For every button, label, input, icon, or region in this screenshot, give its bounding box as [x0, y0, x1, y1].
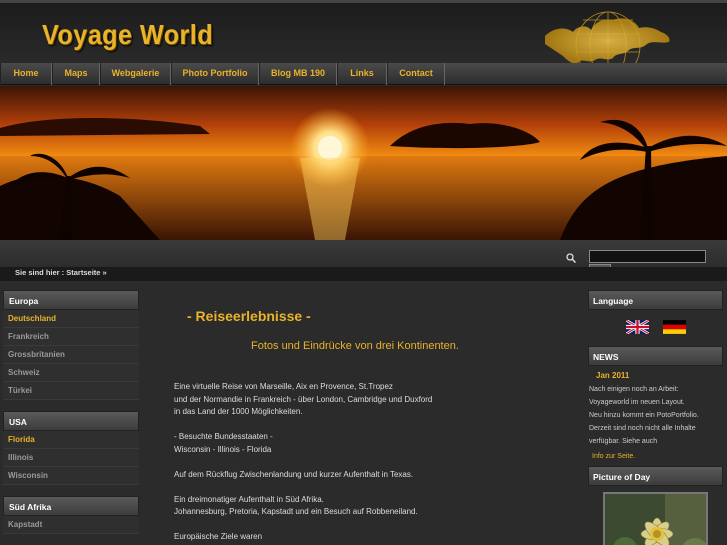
sunset-banner-image	[0, 86, 727, 240]
flower-photo[interactable]	[603, 492, 708, 545]
nav-photo-portfolio[interactable]: Photo Portfolio	[171, 63, 259, 85]
sidebar-item-wisconsin[interactable]: Wisconsin	[3, 467, 139, 485]
sidebar-heading-sued-afrika: Süd Afrika	[3, 496, 139, 516]
sidebar-item-kapstadt[interactable]: Kapstadt	[3, 516, 139, 534]
search-icon[interactable]	[566, 253, 576, 263]
text-line: Ein dreimonatiger Aufenthalt in Süd Afri…	[174, 494, 324, 504]
site-logo[interactable]: Voyage World	[42, 19, 213, 51]
nav-blog[interactable]: Blog MB 190	[259, 63, 337, 85]
news-line: verfügbar. Siehe auch	[589, 438, 658, 445]
sidebar-heading-europa: Europa	[3, 290, 139, 310]
uk-flag-icon[interactable]	[626, 320, 649, 334]
news-date: Jan 2011	[596, 371, 630, 380]
intro-text: Eine virtuelle Reise von Marseille, Aix …	[174, 381, 574, 544]
language-heading: Language	[588, 290, 723, 310]
breadcrumb: Sie sind hier : Startseite »	[0, 267, 727, 281]
main-content: - Reiseerlebnisse - Fotos und Eindrücke …	[140, 290, 586, 545]
language-flags	[588, 310, 723, 346]
page-subtitle: Fotos und Eindrücke von drei Kontinenten…	[251, 340, 459, 352]
news-line: Neu hinzu kommt ein PotoPortfolio.	[589, 412, 699, 419]
nav-contact[interactable]: Contact	[387, 63, 445, 85]
sidebar-heading-usa: USA	[3, 411, 139, 431]
text-line: - Besuchte Bundesstaaten -	[174, 432, 273, 441]
news-line: Voyageworld im neuen Layout.	[589, 399, 685, 406]
sidebar-item-tuerkei[interactable]: Türkei	[3, 382, 139, 400]
breadcrumb-text: Sie sind hier : Startseite »	[15, 268, 107, 277]
main-navigation: Home Maps Webgalerie Photo Portfolio Blo…	[0, 63, 727, 85]
nav-links[interactable]: Links	[337, 63, 387, 85]
nav-maps[interactable]: Maps	[52, 63, 100, 85]
text-line: Wisconsin - Illinois - Florida	[174, 444, 272, 454]
page: Voyage World Home Maps Webgalerie Photo …	[0, 0, 727, 545]
text-line: in das Land der 1000 Möglichkeiten.	[174, 407, 303, 416]
sidebar-item-florida[interactable]: Florida	[3, 431, 139, 449]
search-input[interactable]	[589, 250, 706, 263]
text-line: Johannesburg, Pretoria, Kapstadt und ein…	[174, 507, 418, 516]
sidebar-item-frankreich[interactable]: Frankreich	[3, 328, 139, 346]
text-line: Auf dem Rückflug Zwischenlandung und kur…	[174, 469, 414, 479]
right-sidebar: Language NEWS Jan 2011 Nach einigen noch…	[588, 290, 723, 545]
text-line: Eine virtuelle Reise von Marseille, Aix …	[174, 382, 393, 391]
text-line: Europäische Ziele waren	[174, 532, 263, 541]
german-flag-icon[interactable]	[663, 320, 686, 334]
info-link[interactable]: Info zur Seite.	[588, 450, 723, 463]
globe-icon	[545, 11, 670, 68]
news-line: Nach einigen noch an Arbeit:	[589, 386, 679, 393]
nav-home[interactable]: Home	[0, 63, 52, 85]
sidebar-item-schweiz[interactable]: Schweiz	[3, 364, 139, 382]
news-line: Derzeit sind noch nicht alle Inhalte	[589, 425, 696, 432]
sidebar-item-illinois[interactable]: Illinois	[3, 449, 139, 467]
nav-webgalerie[interactable]: Webgalerie	[100, 63, 171, 85]
text-line: und der Normandie in Frankreich - über L…	[174, 394, 433, 404]
header: Voyage World	[0, 0, 727, 68]
sidebar-item-grossbritanien[interactable]: Grossbritanien	[3, 346, 139, 364]
page-title: - Reiseerlebnisse -	[187, 308, 311, 324]
left-sidebar: Europa Deutschland Frankreich Grossbrita…	[3, 290, 139, 534]
news-heading: NEWS	[588, 346, 723, 366]
sidebar-item-deutschland[interactable]: Deutschland	[3, 310, 139, 328]
picture-of-day-heading: Picture of Day	[588, 466, 723, 486]
picture-of-day	[588, 486, 723, 545]
